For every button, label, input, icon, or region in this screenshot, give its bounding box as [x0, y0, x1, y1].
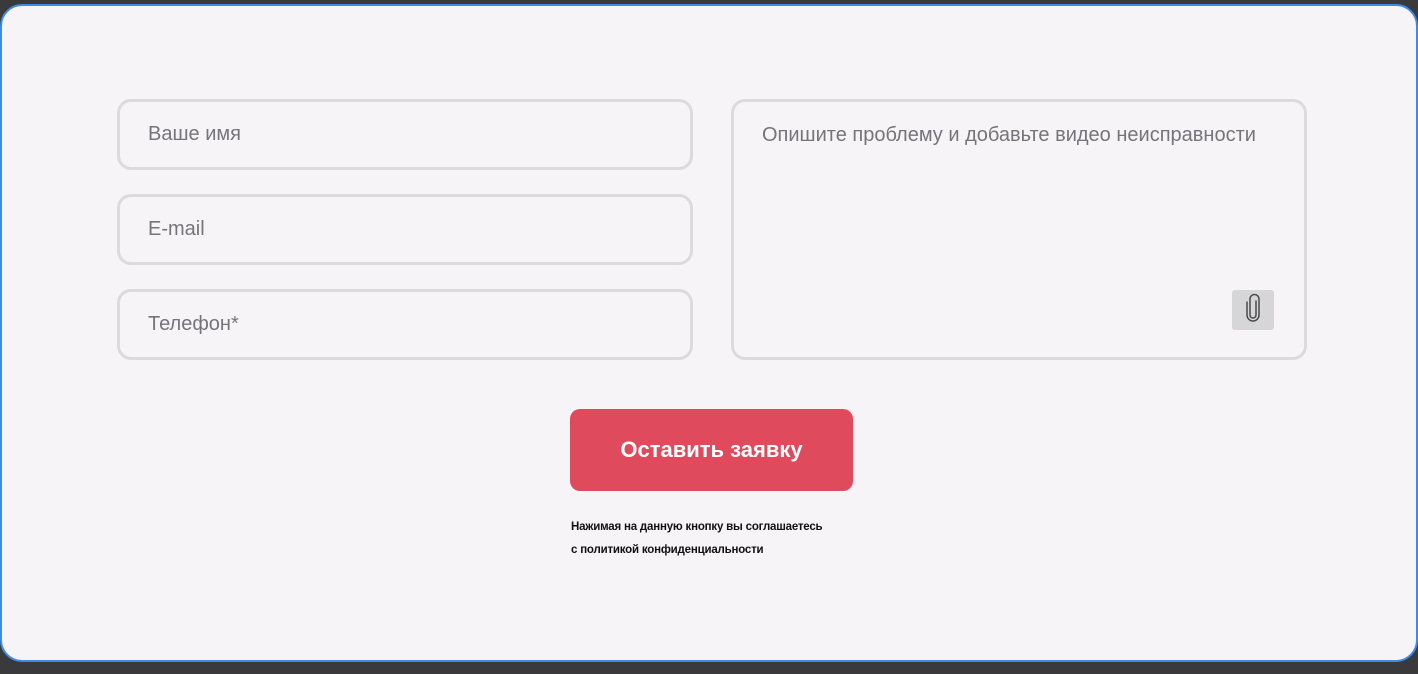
- submit-request-button[interactable]: Оставить заявку: [570, 409, 853, 491]
- phone-input[interactable]: [117, 289, 693, 360]
- email-input[interactable]: [117, 194, 693, 265]
- privacy-consent-text: Нажимая на данную кнопку вы соглашаетесь…: [571, 516, 891, 562]
- paperclip-icon: [1245, 293, 1261, 328]
- problem-description-textarea[interactable]: [731, 99, 1307, 360]
- attach-file-button[interactable]: [1232, 290, 1274, 330]
- name-input[interactable]: [117, 99, 693, 170]
- consent-line-2: с политикой конфиденциальности: [571, 544, 764, 556]
- consent-line-1: Нажимая на данную кнопку вы соглашаетесь: [571, 521, 823, 533]
